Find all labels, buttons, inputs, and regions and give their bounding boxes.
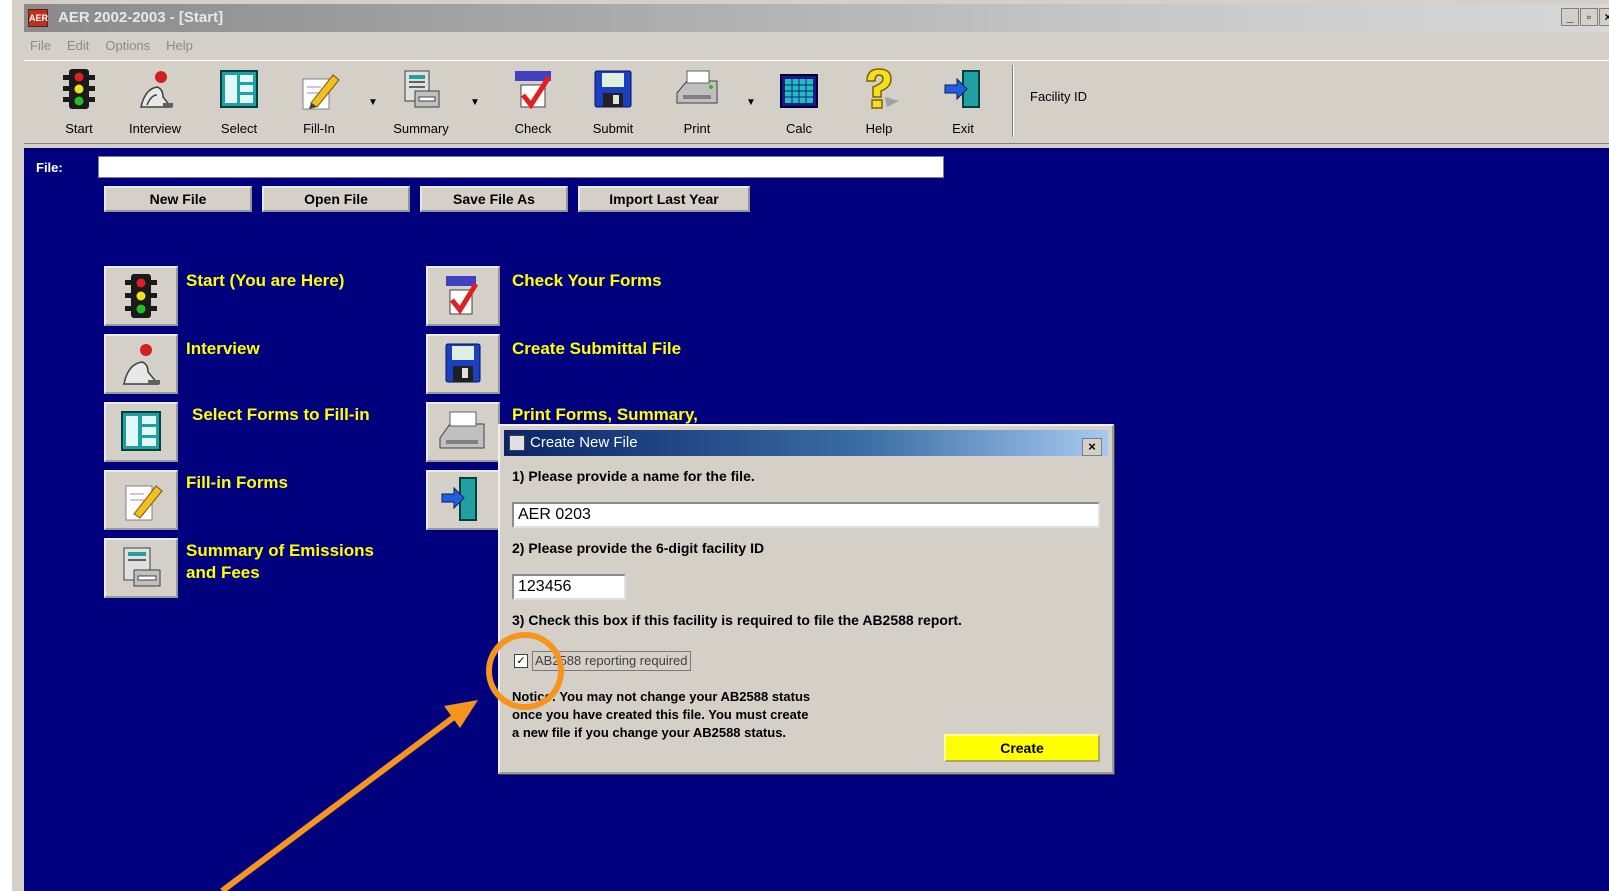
application-window: AER AER 2002-2003 - [Start] _ ▫ × File E…	[0, 0, 1609, 891]
annotation-arrow	[220, 700, 478, 891]
